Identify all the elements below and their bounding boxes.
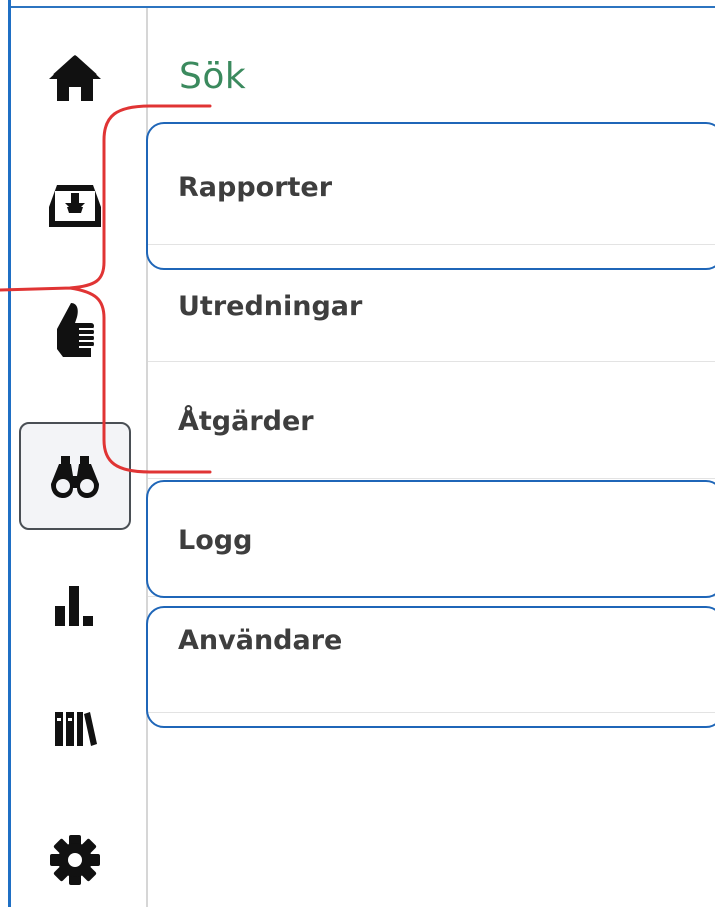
menu-item-atgarder[interactable]: Åtgärder [148, 362, 715, 478]
sidebar-item-home[interactable] [19, 24, 131, 132]
highlight-box-rapporter [146, 122, 715, 270]
page-title: Sök [179, 56, 247, 97]
highlight-box-logg [146, 480, 715, 598]
menu-item-label: Utredningar [178, 291, 363, 322]
sidebar-item-inbox[interactable] [19, 152, 131, 260]
sidebar-item-settings[interactable] [19, 806, 131, 914]
sidebar-item-statistics[interactable] [19, 550, 131, 658]
binoculars-icon [51, 456, 99, 498]
sidebar-item-search[interactable] [19, 422, 131, 530]
thumbs-up-icon [57, 303, 94, 357]
home-icon [49, 55, 101, 101]
menu-item-label: Åtgärder [178, 406, 314, 437]
bar-chart-icon [55, 586, 93, 626]
gear-icon [50, 835, 100, 885]
inbox-download-icon [49, 185, 101, 227]
highlight-box-anvandare [146, 606, 715, 728]
library-books-icon [55, 712, 97, 746]
sidebar-item-feedback[interactable] [19, 278, 131, 386]
sidebar-item-library[interactable] [19, 674, 131, 782]
